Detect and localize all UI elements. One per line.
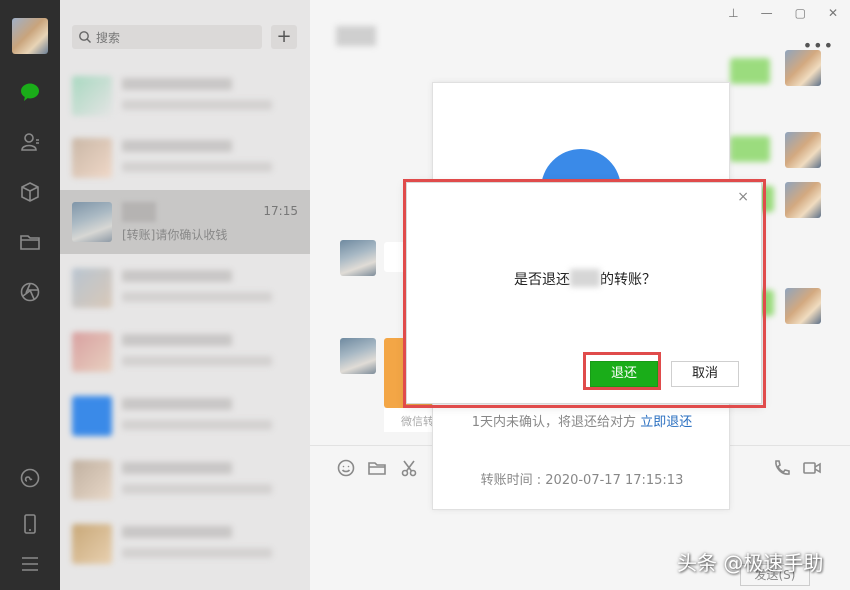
transfer-note-text: 1天内未确认，将退还给对方 xyxy=(471,415,641,430)
message-bubble xyxy=(730,58,770,84)
folder-icon[interactable] xyxy=(19,231,41,253)
list-item[interactable] xyxy=(60,448,310,512)
chat-preview: [转账]请你确认收钱 xyxy=(122,228,228,242)
user-avatar[interactable] xyxy=(12,18,48,54)
video-call-icon[interactable] xyxy=(802,458,822,478)
transfer-time: 转账时间 : 2020-07-17 17:15:13 xyxy=(480,473,684,488)
list-item[interactable] xyxy=(60,320,310,384)
contacts-icon[interactable] xyxy=(19,131,41,153)
search-icon xyxy=(79,31,91,43)
phone-icon[interactable] xyxy=(19,513,41,535)
contact-name-masked xyxy=(122,202,156,222)
moments-icon[interactable] xyxy=(19,281,41,303)
avatar xyxy=(340,240,376,276)
chat-time: 17:15 xyxy=(263,204,298,218)
emoji-icon[interactable] xyxy=(336,458,356,478)
favorites-icon[interactable] xyxy=(19,181,41,203)
transfer-note: 1天内未确认，将退还给对方 立即退还 xyxy=(433,411,731,430)
avatar xyxy=(785,182,821,218)
avatar xyxy=(785,288,821,324)
search-box[interactable]: 搜索 xyxy=(72,25,262,49)
list-item[interactable] xyxy=(60,126,310,190)
window-controls: ⊥ — ▢ ✕ xyxy=(728,6,838,20)
pin-icon[interactable]: ⊥ xyxy=(728,6,738,20)
chat-title-masked xyxy=(336,26,376,46)
file-icon[interactable] xyxy=(367,458,387,478)
avatar xyxy=(785,132,821,168)
refund-now-link[interactable]: 立即退还 xyxy=(640,415,692,430)
maximize-icon[interactable]: ▢ xyxy=(795,6,806,20)
watermark-text: 头条 @极速手助 xyxy=(677,551,824,575)
list-item[interactable] xyxy=(60,256,310,320)
list-item[interactable] xyxy=(60,64,310,128)
close-icon[interactable]: ✕ xyxy=(828,6,838,20)
avatar xyxy=(72,202,112,242)
button-highlight-box xyxy=(583,352,661,390)
mini-program-icon[interactable] xyxy=(19,467,41,489)
search-input[interactable]: 搜索 xyxy=(96,29,120,46)
message-bubble xyxy=(730,136,770,162)
transfer-message-footer: 微信转 xyxy=(384,408,434,432)
chat-list: 搜索 + 17:15 [转账]请你确认收钱 xyxy=(60,0,310,590)
avatar xyxy=(785,50,821,86)
list-item[interactable] xyxy=(60,384,310,448)
avatar xyxy=(340,338,376,374)
menu-icon[interactable] xyxy=(19,553,41,575)
list-item-selected[interactable]: 17:15 [转账]请你确认收钱 xyxy=(60,190,310,254)
chat-icon[interactable] xyxy=(19,81,41,103)
screenshot-icon[interactable] xyxy=(400,458,420,478)
minimize-icon[interactable]: — xyxy=(761,6,773,20)
voice-call-icon[interactable] xyxy=(772,458,792,478)
list-item[interactable] xyxy=(60,512,310,576)
side-nav xyxy=(0,0,60,590)
add-chat-button[interactable]: + xyxy=(271,25,297,49)
